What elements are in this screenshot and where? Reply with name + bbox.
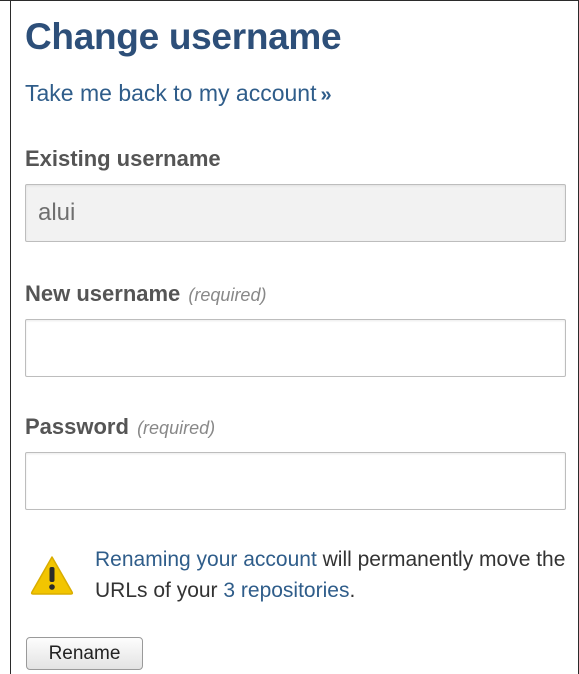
rename-warning-text: Renaming your account will permanently m… — [95, 544, 570, 606]
password-required: (required) — [137, 418, 216, 438]
warning-end-text: . — [349, 579, 356, 602]
new-username-required: (required) — [188, 285, 267, 305]
existing-username-field — [25, 184, 566, 242]
back-link-label: Take me back to my account — [25, 80, 317, 106]
password-label: Password (required) — [25, 414, 215, 440]
rename-button[interactable]: Rename — [26, 637, 143, 670]
repositories-link[interactable]: 3 repositories — [223, 579, 349, 602]
password-field[interactable] — [25, 452, 566, 510]
password-label-text: Password — [25, 414, 129, 439]
back-to-account-link[interactable]: Take me back to my account» — [25, 80, 332, 107]
page-title: Change username — [25, 16, 342, 57]
back-link-arrow: » — [320, 84, 332, 106]
renaming-account-link[interactable]: Renaming your account — [95, 548, 317, 571]
existing-username-label: Existing username — [25, 146, 221, 171]
new-username-field[interactable] — [25, 319, 566, 377]
new-username-label-text: New username — [25, 281, 181, 306]
new-username-label: New username (required) — [25, 281, 266, 307]
panel-left-border — [10, 0, 11, 674]
warning-icon — [30, 556, 74, 595]
